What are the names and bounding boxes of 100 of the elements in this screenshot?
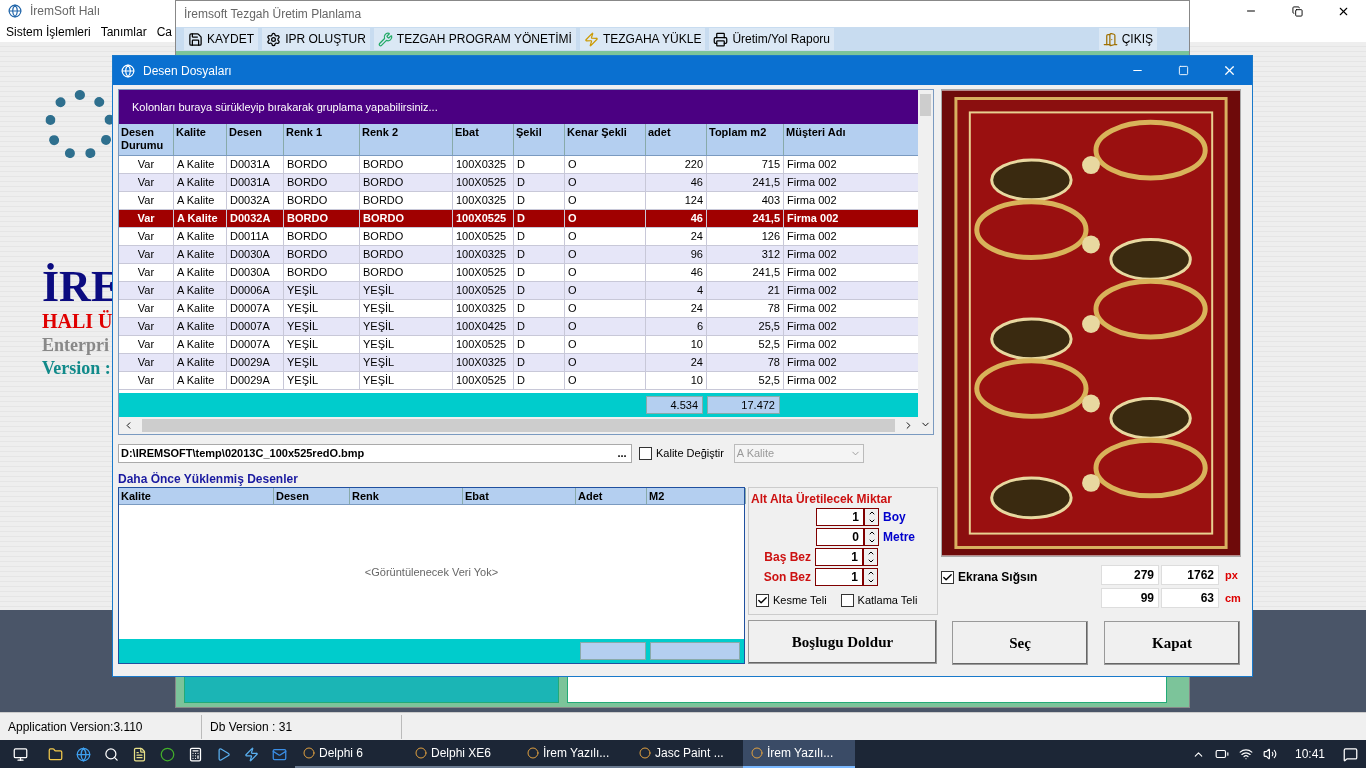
taskbar-app[interactable]: İrem Yazılı...: [519, 740, 631, 768]
taskbar-app[interactable]: Delphi 6: [295, 740, 407, 768]
column-header[interactable]: Desen: [227, 124, 284, 155]
toolbar-button[interactable]: TEZGAH PROGRAM YÖNETİMİ: [373, 28, 576, 50]
folder-icon[interactable]: [48, 746, 63, 762]
table-cell: A Kalite: [174, 192, 227, 209]
menu-item[interactable]: Tanımlar: [100, 23, 147, 41]
table-cell: Var: [119, 228, 174, 245]
menu-item[interactable]: Ca: [156, 23, 173, 41]
horizontal-scrollbar[interactable]: [119, 417, 918, 434]
table-cell: BORDO: [360, 210, 453, 227]
table-cell: D: [514, 174, 565, 191]
play-icon[interactable]: [216, 746, 231, 762]
column-header[interactable]: Desen: [274, 488, 350, 504]
dialog-button[interactable]: Seç: [952, 621, 1088, 665]
clock[interactable]: 10:41: [1286, 745, 1333, 763]
scroll-thumb[interactable]: [142, 419, 895, 432]
grid-row[interactable]: Var A Kalite D0007A YEŞİL YEŞİL 100X0525 D O 10 52,5 Firma 002: [119, 336, 918, 354]
size-field[interactable]: 99: [1101, 588, 1159, 608]
table-cell: 24: [646, 354, 707, 371]
dialog-button[interactable]: Kapat: [1104, 621, 1240, 665]
spin-buttons[interactable]: [864, 508, 879, 526]
number-field[interactable]: 1: [815, 568, 863, 586]
grid-row[interactable]: Var A Kalite D0032A BORDO BORDO 100X0325 D O 124 403 Firma 002: [119, 192, 918, 210]
grid-row[interactable]: Var A Kalite D0031A BORDO BORDO 100X0325 D O 220 715 Firma 002: [119, 156, 918, 174]
scroll-thumb[interactable]: [920, 94, 931, 116]
battery-icon[interactable]: [1214, 747, 1229, 761]
grid-row[interactable]: Var A Kalite D0007A YEŞİL YEŞİL 100X0325 D O 24 78 Firma 002: [119, 300, 918, 318]
number-field[interactable]: 1: [816, 508, 864, 526]
grid-row[interactable]: Var A Kalite D0011A BORDO BORDO 100X0525 D O 24 126 Firma 002: [119, 228, 918, 246]
unit-label: cm: [1224, 590, 1242, 606]
taskbar-app[interactable]: Delphi XE6: [407, 740, 519, 768]
column-header[interactable]: Ebat: [453, 124, 514, 155]
checkbox[interactable]: [941, 570, 954, 584]
mail-icon[interactable]: [272, 746, 287, 762]
table-cell: 100X0325: [453, 192, 514, 209]
wifi-icon[interactable]: [1238, 747, 1253, 761]
grid-row[interactable]: Var A Kalite D0030A BORDO BORDO 100X0325 D O 96 312 Firma 002: [119, 246, 918, 264]
column-header[interactable]: Desen Durumu: [119, 124, 174, 155]
grid-row[interactable]: Var A Kalite D0007A YEŞİL YEŞİL 100X0425 D O 6 25,5 Firma 002: [119, 318, 918, 336]
field-label: Son Bez: [762, 569, 811, 586]
column-header[interactable]: Ebat: [463, 488, 576, 504]
checkbox[interactable]: [840, 593, 854, 607]
toolbar-button[interactable]: IPR OLUŞTUR: [262, 28, 370, 50]
grid-row[interactable]: Var A Kalite D0030A BORDO BORDO 100X0525 D O 46 241,5 Firma 002: [119, 264, 918, 282]
monitor-icon[interactable]: [12, 746, 28, 762]
column-header[interactable]: adet: [646, 124, 707, 155]
column-header[interactable]: Kalite: [174, 124, 227, 155]
size-field[interactable]: 279: [1101, 565, 1159, 585]
table-cell: 241,5: [707, 210, 784, 227]
column-header[interactable]: Toplam m2: [707, 124, 784, 155]
browse-button[interactable]: ...: [613, 444, 631, 462]
search-icon[interactable]: [104, 746, 119, 762]
window-title: İremSoft Halı: [30, 3, 101, 20]
table-cell: 100X0525: [453, 210, 514, 227]
grid-row[interactable]: Var A Kalite D0029A YEŞİL YEŞİL 100X0525 D O 10 52,5 Firma 002: [119, 372, 918, 390]
size-field[interactable]: 63: [1161, 588, 1219, 608]
globe-icon[interactable]: [76, 746, 91, 762]
grid-row[interactable]: Var A Kalite D0032A BORDO BORDO 100X0525 D O 46 241,5 Firma 002: [119, 210, 918, 228]
document-icon[interactable]: [132, 746, 147, 762]
calculator-icon[interactable]: [188, 746, 203, 762]
taskbar-app[interactable]: İrem Yazılı...: [743, 740, 855, 768]
grid-row[interactable]: Var A Kalite D0031A BORDO BORDO 100X0525 D O 46 241,5 Firma 002: [119, 174, 918, 192]
toolbar-button[interactable]: KAYDET: [184, 28, 259, 50]
checkbox[interactable]: [756, 593, 769, 607]
table-cell: Var: [119, 336, 174, 353]
column-header[interactable]: Şekil: [514, 124, 565, 155]
size-field[interactable]: 1762: [1161, 565, 1219, 585]
column-header[interactable]: Renk 2: [360, 124, 453, 155]
column-header[interactable]: Renk 1: [284, 124, 360, 155]
grid-row[interactable]: Var A Kalite D0006A YEŞİL YEŞİL 100X0525 D O 4 21 Firma 002: [119, 282, 918, 300]
grid-row[interactable]: Var A Kalite D0029A YEŞİL YEŞİL 100X0325 D O 24 78 Firma 002: [119, 354, 918, 372]
column-header[interactable]: Renk: [350, 488, 463, 504]
column-header[interactable]: M2: [647, 488, 746, 504]
toolbar-button[interactable]: Üretim/Yol Raporu: [709, 28, 835, 50]
table-cell: 10: [646, 372, 707, 389]
circle-icon[interactable]: [160, 746, 175, 762]
vertical-scrollbar[interactable]: [918, 90, 933, 434]
spin-buttons[interactable]: [864, 528, 879, 546]
column-header[interactable]: Kalite: [119, 488, 274, 504]
restore-icon[interactable]: [1291, 5, 1303, 17]
lightning-icon[interactable]: [244, 746, 259, 762]
fill-gap-button[interactable]: Boşlugu Doldur: [748, 620, 937, 664]
number-field[interactable]: 0: [816, 528, 864, 546]
checkbox[interactable]: [639, 446, 652, 460]
column-header[interactable]: Adet: [576, 488, 647, 504]
app-icon: [8, 4, 22, 18]
volume-icon[interactable]: [1262, 747, 1277, 761]
number-field[interactable]: 1: [815, 548, 863, 566]
notification-icon[interactable]: [1343, 746, 1358, 762]
file-path-field[interactable]: D:\IREMSOFT\temp\02013C_100x525redO.bmp ...: [118, 443, 632, 463]
spin-buttons[interactable]: [863, 548, 878, 566]
exit-button[interactable]: ÇIKIŞ: [1098, 28, 1157, 50]
group-title: Alt Alta Üretilecek Miktar: [751, 492, 893, 506]
column-header[interactable]: Kenar Şekli: [565, 124, 646, 155]
maximize-icon[interactable]: [1177, 65, 1189, 76]
menu-item[interactable]: Sistem İşlemleri: [6, 23, 91, 41]
table-cell: 25,5: [707, 318, 784, 335]
toolbar-button[interactable]: TEZGAHA YÜKLE: [579, 28, 706, 50]
spin-buttons[interactable]: [863, 568, 878, 586]
